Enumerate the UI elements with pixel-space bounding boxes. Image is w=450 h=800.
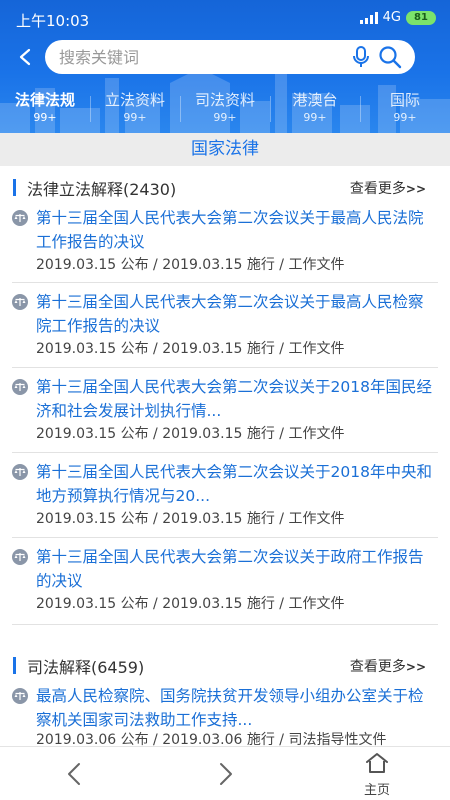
view-more-label: 查看更多: [349, 181, 406, 197]
chevron-left-icon[interactable]: [62, 761, 86, 787]
tab-label: 司法资料: [194, 91, 255, 109]
chevron-left-icon: [19, 48, 31, 66]
tab-label: 立法资料: [104, 91, 165, 109]
tab-label: 港澳台: [292, 91, 338, 109]
item-title[interactable]: 第十三届全国人民代表大会第二次会议关于最高人民法院工作报告的决议: [36, 206, 436, 254]
home-button[interactable]: 主页: [355, 751, 399, 798]
home-label: 主页: [363, 783, 390, 798]
home-icon: [366, 753, 388, 773]
status-bar: 上午10:03 4G 81: [0, 0, 450, 36]
tab-count: 99+: [213, 111, 237, 124]
item-title[interactable]: 第十三届全国人民代表大会第二次会议关于最高人民检察院工作报告的决议: [36, 290, 436, 338]
item-title[interactable]: 最高人民检察院、国务院扶贫开发领导小组办公室关于检察机关国家司法救助工作支持..…: [36, 684, 436, 732]
signal-icon: [359, 11, 378, 24]
tab-international[interactable]: 国际 99+: [360, 90, 450, 128]
tab-hk-macao-taiwan[interactable]: 港澳台 99+: [270, 90, 360, 128]
scales-icon: [12, 549, 28, 565]
item-meta: 2019.03.15 公布 / 2019.03.15 施行 / 工作文件: [36, 257, 345, 273]
scales-icon: [12, 464, 28, 480]
app-header: 上午10:03 4G 81 法律法规 99+ 立: [0, 0, 450, 133]
item-meta: 2019.03.15 公布 / 2019.03.15 施行 / 工作文件: [36, 596, 345, 612]
section-header-judicial: 司法解释(6459) 查看更多>>: [0, 650, 450, 680]
divider: [12, 537, 438, 538]
item-meta: 2019.03.15 公布 / 2019.03.15 施行 / 工作文件: [36, 426, 345, 442]
double-chevron-right-icon: >>: [405, 660, 426, 674]
scales-icon: [12, 688, 28, 704]
view-more-label: 查看更多: [349, 659, 406, 675]
tab-count: 99+: [33, 111, 57, 124]
back-button[interactable]: [12, 44, 38, 70]
section-header-laws: 法律立法解释(2430) 查看更多>>: [0, 172, 450, 202]
item-title[interactable]: 第十三届全国人民代表大会第二次会议关于政府工作报告的决议: [36, 545, 436, 593]
bottom-nav: 主页: [0, 746, 450, 800]
scales-icon: [12, 294, 28, 310]
category-banner: 国家法律: [0, 133, 450, 166]
tab-label: 国际: [389, 91, 420, 109]
tab-label: 法律法规: [14, 91, 75, 109]
status-indicators: 4G 81: [359, 10, 436, 25]
divider: [12, 624, 438, 625]
tab-count: 99+: [303, 111, 327, 124]
view-more-link[interactable]: 查看更多>>: [350, 178, 426, 198]
tab-count: 99+: [123, 111, 147, 124]
divider: [12, 452, 438, 453]
network-type: 4G: [382, 10, 401, 25]
section-accent-bar: [13, 179, 16, 196]
tab-count: 99+: [393, 111, 417, 124]
search-icon[interactable]: [378, 45, 402, 69]
section-title: 法律立法解释(2430): [27, 180, 177, 199]
divider: [12, 367, 438, 368]
scales-icon: [12, 379, 28, 395]
search-bar[interactable]: [45, 40, 415, 74]
scales-icon: [12, 210, 28, 226]
item-meta: 2019.03.15 公布 / 2019.03.15 施行 / 工作文件: [36, 511, 345, 527]
microphone-icon[interactable]: [352, 46, 370, 68]
item-meta: 2019.03.15 公布 / 2019.03.15 施行 / 工作文件: [36, 341, 345, 357]
status-time: 上午10:03: [16, 12, 90, 30]
item-title[interactable]: 第十三届全国人民代表大会第二次会议关于2018年国民经济和社会发展计划执行情..…: [36, 375, 436, 423]
section-accent-bar: [13, 657, 16, 674]
double-chevron-right-icon: >>: [405, 182, 426, 196]
category-tabs: 法律法规 99+ 立法资料 99+ 司法资料 99+ 港澳台 99+ 国际 99…: [0, 90, 450, 128]
tab-judicial-materials[interactable]: 司法资料 99+: [180, 90, 270, 128]
item-title[interactable]: 第十三届全国人民代表大会第二次会议关于2018年中央和地方预算执行情况与20..…: [36, 460, 436, 508]
section-title: 司法解释(6459): [27, 658, 145, 677]
battery-icon: 81: [406, 10, 436, 25]
tab-laws[interactable]: 法律法规 99+: [0, 90, 90, 128]
view-more-link[interactable]: 查看更多>>: [350, 656, 426, 676]
chevron-right-icon[interactable]: [214, 761, 238, 787]
divider: [12, 282, 438, 283]
tab-legislative-materials[interactable]: 立法资料 99+: [90, 90, 180, 128]
search-input[interactable]: [59, 46, 339, 68]
